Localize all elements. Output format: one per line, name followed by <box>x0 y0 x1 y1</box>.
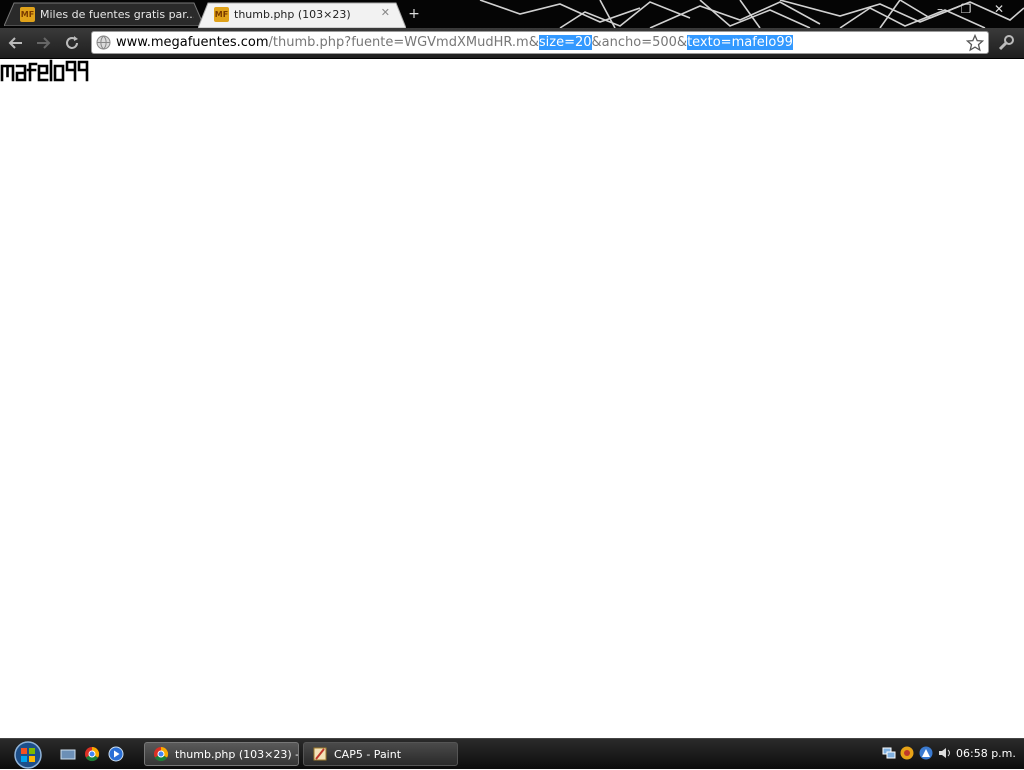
volume-icon[interactable] <box>938 746 952 760</box>
page-info-icon <box>96 35 111 50</box>
url-path: /thumb.php?fuente=WGVmdXMudHR.m& <box>268 35 539 50</box>
megafuentes-favicon-icon: MF <box>214 6 229 22</box>
media-player-icon[interactable] <box>108 746 124 762</box>
url-text[interactable]: www.megafuentes.com/thumb.php?fuente=WGV… <box>116 35 793 51</box>
url-path: &ancho=500& <box>591 35 688 50</box>
chrome-icon[interactable] <box>84 746 100 762</box>
wrench-menu-icon[interactable] <box>996 33 1016 53</box>
back-arrow-icon <box>8 37 22 49</box>
font-preview-image: mafelo99 <box>0 59 89 82</box>
megafuentes-favicon-icon: MF <box>20 6 35 22</box>
close-window-button[interactable]: ✕ <box>985 0 1013 18</box>
tab-title: thumb.php (103×23) <box>234 7 351 21</box>
network-icon[interactable] <box>882 746 896 760</box>
reload-icon <box>66 36 78 49</box>
system-clock[interactable]: 06:58 p.m. <box>956 747 1016 760</box>
bookmark-star-icon[interactable] <box>966 34 984 52</box>
app-tray-icon[interactable] <box>900 746 914 760</box>
back-button[interactable] <box>6 33 26 53</box>
tab-strip: MF Miles de fuentes gratis par... MF thu… <box>0 0 1024 28</box>
toolbar: www.megafuentes.com/thumb.php?fuente=WGV… <box>0 28 1024 59</box>
show-desktop-icon[interactable] <box>60 746 76 762</box>
url-host: www.megafuentes.com <box>116 35 269 50</box>
update-tray-icon[interactable] <box>919 746 933 760</box>
windows-taskbar: thumb.php (103×23) -... CAP5 - Paint 06:… <box>0 738 1024 769</box>
forward-button[interactable] <box>33 33 53 53</box>
tab-active[interactable]: MF thumb.php (103×23) ✕ <box>198 2 406 28</box>
start-button-icon[interactable] <box>10 740 46 770</box>
reload-button[interactable] <box>62 33 82 53</box>
page-content: mafelo99 <box>0 59 1024 738</box>
paint-icon <box>313 747 327 761</box>
taskbar-button-label: CAP5 - Paint <box>334 747 402 761</box>
url-selection: texto=mafelo99 <box>687 35 793 50</box>
chrome-icon <box>154 746 169 762</box>
taskbar-button-label: thumb.php (103×23) -... <box>175 747 299 761</box>
maximize-button[interactable]: ❐ <box>952 0 980 18</box>
new-tab-button[interactable]: + <box>404 6 424 22</box>
forward-arrow-icon <box>37 37 51 49</box>
taskbar-button-paint[interactable]: CAP5 - Paint <box>303 742 458 766</box>
close-tab-icon[interactable]: ✕ <box>381 6 390 19</box>
taskbar-button-chrome[interactable]: thumb.php (103×23) -... <box>144 742 299 766</box>
tab-title: Miles de fuentes gratis par... <box>40 7 194 21</box>
tab-inactive[interactable]: MF Miles de fuentes gratis par... <box>4 2 204 26</box>
address-bar[interactable]: www.megafuentes.com/thumb.php?fuente=WGV… <box>91 31 989 54</box>
minimize-button[interactable]: – <box>926 0 954 18</box>
browser-window: MF Miles de fuentes gratis par... MF thu… <box>0 0 1024 769</box>
url-selection: size=20 <box>538 35 592 50</box>
